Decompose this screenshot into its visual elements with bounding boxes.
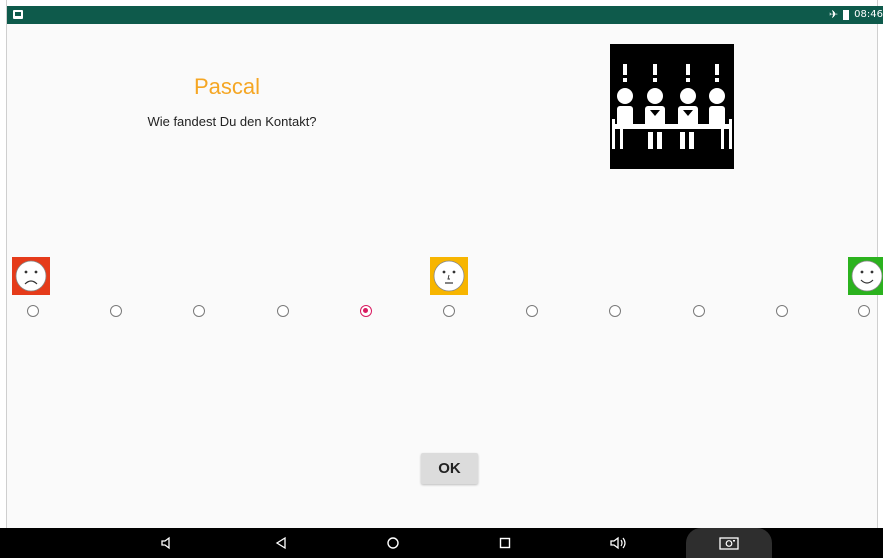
status-clock: 08:46 [854, 9, 883, 20]
rating-option-9[interactable] [693, 305, 705, 317]
home-icon[interactable] [378, 528, 408, 558]
status-bar: ✈ 08:46 [7, 6, 883, 24]
rating-option-2[interactable] [110, 305, 122, 317]
rating-option-7[interactable] [526, 305, 538, 317]
meeting-pictogram-icon [610, 44, 734, 169]
volume-up-icon[interactable] [603, 528, 633, 558]
rating-option-5-selected[interactable] [360, 305, 372, 317]
back-icon[interactable] [266, 528, 296, 558]
rating-option-8[interactable] [609, 305, 621, 317]
neutral-face-icon [430, 257, 468, 295]
person-name: Pascal [193, 74, 261, 99]
battery-icon [843, 10, 850, 20]
rating-option-3[interactable] [193, 305, 205, 317]
question-text: Wie fandest Du den Kontakt? [147, 114, 317, 129]
airplane-mode-icon: ✈ [828, 8, 839, 21]
screenshot-icon[interactable] [714, 528, 744, 558]
ok-button[interactable]: OK [421, 453, 478, 484]
happy-face-icon [848, 257, 883, 295]
rating-option-1[interactable] [27, 305, 39, 317]
frame-left [0, 0, 7, 528]
rating-option-10[interactable] [776, 305, 788, 317]
navigation-bar [0, 528, 883, 558]
rating-screen: Pascal Wie fandest Du den Kontakt? OK [7, 24, 883, 528]
image-notification-icon [13, 10, 23, 19]
sad-face-icon [12, 257, 50, 295]
volume-down-icon[interactable] [152, 528, 182, 558]
rating-option-4[interactable] [277, 305, 289, 317]
rating-option-6[interactable] [443, 305, 455, 317]
rating-option-11[interactable] [858, 305, 870, 317]
recents-icon[interactable] [490, 528, 520, 558]
